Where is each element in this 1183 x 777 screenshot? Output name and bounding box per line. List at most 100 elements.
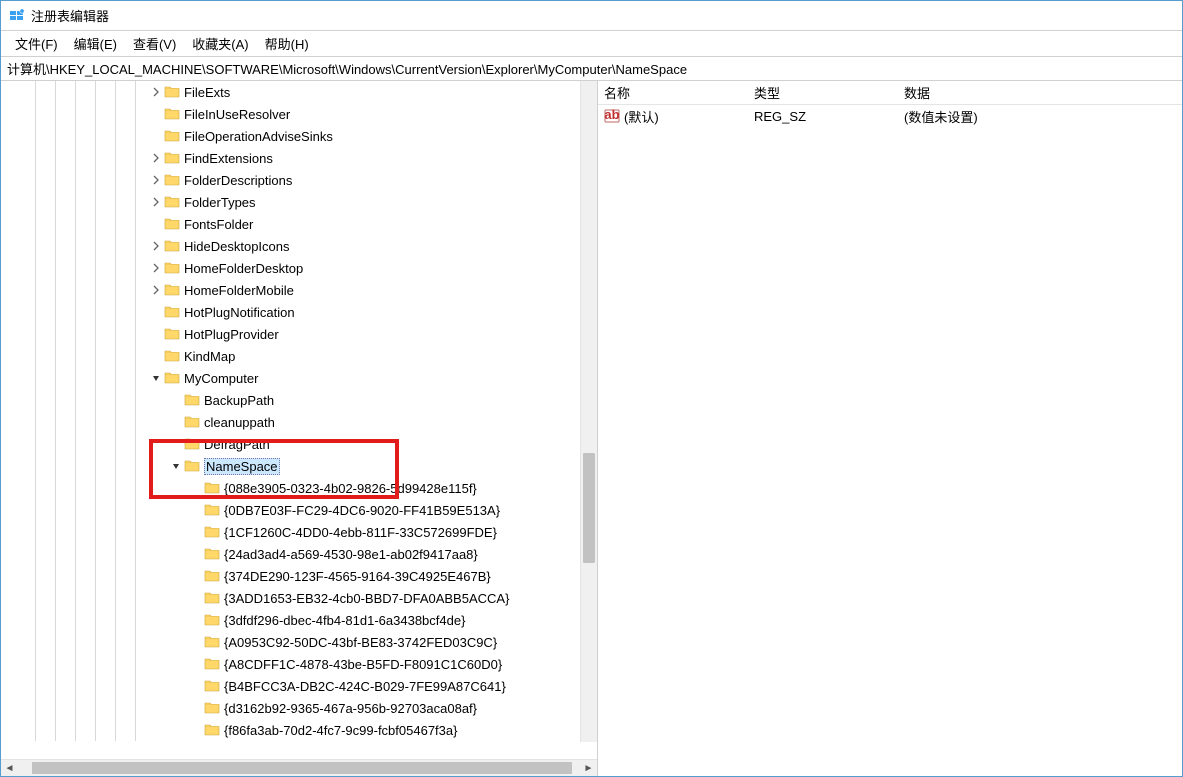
tree-item-label: cleanuppath — [204, 415, 275, 430]
expand-closed-icon[interactable] — [149, 195, 163, 209]
tree-item-label: {d3162b92-9365-467a-956b-92703aca08af} — [224, 701, 477, 716]
tree-item[interactable]: FolderDescriptions — [1, 169, 597, 191]
expand-closed-icon[interactable] — [149, 239, 163, 253]
tree-item-label: FontsFolder — [184, 217, 253, 232]
tree-item[interactable]: BackupPath — [1, 389, 597, 411]
expand-none — [189, 481, 203, 495]
address-bar[interactable]: 计算机\HKEY_LOCAL_MACHINE\SOFTWARE\Microsof… — [1, 57, 1182, 81]
scrollbar-thumb[interactable] — [32, 762, 572, 774]
svg-text:ab: ab — [604, 108, 619, 122]
tree-inner: FileExts FileInUseResolver FileOperationAd… — [1, 81, 597, 741]
folder-icon — [204, 678, 220, 694]
menu-file[interactable]: 文件(F) — [7, 31, 66, 56]
tree-item-label: {0DB7E03F-FC29-4DC6-9020-FF41B59E513A} — [224, 503, 500, 518]
tree-item[interactable]: {24ad3ad4-a569-4530-98e1-ab02f9417aa8} — [1, 543, 597, 565]
tree-item[interactable]: MyComputer — [1, 367, 597, 389]
tree-item-label: {1CF1260C-4DD0-4ebb-811F-33C572699FDE} — [224, 525, 497, 540]
vertical-scrollbar[interactable] — [580, 81, 597, 742]
tree-item[interactable]: FileInUseResolver — [1, 103, 597, 125]
expand-closed-icon[interactable] — [149, 85, 163, 99]
expand-closed-icon[interactable] — [149, 173, 163, 187]
content-area: FileExts FileInUseResolver FileOperationAd… — [1, 81, 1182, 776]
folder-icon — [164, 238, 180, 254]
tree-scroll-area[interactable]: FileExts FileInUseResolver FileOperationAd… — [1, 81, 597, 759]
tree-item[interactable]: cleanuppath — [1, 411, 597, 433]
folder-icon — [164, 326, 180, 342]
registry-editor-window: 注册表编辑器 文件(F) 编辑(E) 查看(V) 收藏夹(A) 帮助(H) 计算… — [0, 0, 1183, 777]
folder-icon — [204, 722, 220, 738]
menu-favorites[interactable]: 收藏夹(A) — [184, 31, 256, 56]
string-value-icon: ab — [604, 108, 620, 124]
expand-none — [189, 547, 203, 561]
folder-icon — [204, 634, 220, 650]
menu-help[interactable]: 帮助(H) — [257, 31, 317, 56]
expand-none — [149, 129, 163, 143]
tree-item-label: KindMap — [184, 349, 235, 364]
horizontal-scrollbar[interactable]: ◄ ► — [1, 759, 597, 776]
tree-item[interactable]: HomeFolderMobile — [1, 279, 597, 301]
tree-item[interactable]: HotPlugNotification — [1, 301, 597, 323]
folder-icon — [164, 216, 180, 232]
tree-item[interactable]: {A0953C92-50DC-43bf-BE83-3742FED03C9C} — [1, 631, 597, 653]
tree-item[interactable]: HideDesktopIcons — [1, 235, 597, 257]
tree-item[interactable]: KindMap — [1, 345, 597, 367]
folder-icon — [184, 436, 200, 452]
expand-none — [149, 217, 163, 231]
tree-item[interactable]: {374DE290-123F-4565-9164-39C4925E467B} — [1, 565, 597, 587]
menu-view[interactable]: 查看(V) — [125, 31, 184, 56]
tree-item[interactable]: {d3162b92-9365-467a-956b-92703aca08af} — [1, 697, 597, 719]
tree-item-label: {A0953C92-50DC-43bf-BE83-3742FED03C9C} — [224, 635, 497, 650]
tree-item[interactable]: NameSpace — [1, 455, 597, 477]
expand-none — [189, 701, 203, 715]
tree-item[interactable]: {f86fa3ab-70d2-4fc7-9c99-fcbf05467f3a} — [1, 719, 597, 741]
tree-item[interactable]: HomeFolderDesktop — [1, 257, 597, 279]
tree-item-label: {3ADD1653-EB32-4cb0-BBD7-DFA0ABB5ACCA} — [224, 591, 509, 606]
column-name[interactable]: 名称 — [604, 83, 754, 102]
window-title: 注册表编辑器 — [31, 6, 109, 25]
folder-icon — [204, 612, 220, 628]
expand-closed-icon[interactable] — [149, 261, 163, 275]
tree-item-label: NameSpace — [204, 458, 280, 475]
menu-edit[interactable]: 编辑(E) — [66, 31, 125, 56]
expand-none — [189, 635, 203, 649]
expand-none — [149, 327, 163, 341]
tree-item[interactable]: {B4BFCC3A-DB2C-424C-B029-7FE99A87C641} — [1, 675, 597, 697]
expand-open-icon[interactable] — [149, 371, 163, 385]
value-row[interactable]: ab(默认)REG_SZ(数值未设置) — [598, 105, 1182, 127]
values-body: ab(默认)REG_SZ(数值未设置) — [598, 105, 1182, 776]
column-data[interactable]: 数据 — [904, 83, 930, 102]
folder-icon — [204, 590, 220, 606]
tree-item[interactable]: {088e3905-0323-4b02-9826-5d99428e115f} — [1, 477, 597, 499]
value-type: REG_SZ — [754, 109, 904, 124]
expand-open-icon[interactable] — [169, 459, 183, 473]
folder-icon — [204, 700, 220, 716]
tree-item[interactable]: DefragPath — [1, 433, 597, 455]
column-type[interactable]: 类型 — [754, 83, 904, 102]
scroll-right-icon[interactable]: ► — [580, 760, 597, 777]
tree-item[interactable]: {1CF1260C-4DD0-4ebb-811F-33C572699FDE} — [1, 521, 597, 543]
tree-item-label: MyComputer — [184, 371, 258, 386]
scroll-left-icon[interactable]: ◄ — [1, 760, 18, 777]
scrollbar-track[interactable] — [18, 760, 580, 776]
tree-item-label: {B4BFCC3A-DB2C-424C-B029-7FE99A87C641} — [224, 679, 506, 694]
tree-item-label: HideDesktopIcons — [184, 239, 290, 254]
tree-item[interactable]: FolderTypes — [1, 191, 597, 213]
scrollbar-thumb[interactable] — [583, 453, 595, 563]
tree-item[interactable]: HotPlugProvider — [1, 323, 597, 345]
tree-item-label: FileExts — [184, 85, 230, 100]
folder-icon — [164, 84, 180, 100]
folder-icon — [164, 260, 180, 276]
tree-item[interactable]: FileOperationAdviseSinks — [1, 125, 597, 147]
tree-item[interactable]: {0DB7E03F-FC29-4DC6-9020-FF41B59E513A} — [1, 499, 597, 521]
expand-closed-icon[interactable] — [149, 283, 163, 297]
expand-none — [149, 349, 163, 363]
tree-item[interactable]: {3dfdf296-dbec-4fb4-81d1-6a3438bcf4de} — [1, 609, 597, 631]
tree-item[interactable]: FileExts — [1, 81, 597, 103]
tree-item[interactable]: {3ADD1653-EB32-4cb0-BBD7-DFA0ABB5ACCA} — [1, 587, 597, 609]
tree-item[interactable]: FontsFolder — [1, 213, 597, 235]
tree-item[interactable]: {A8CDFF1C-4878-43be-B5FD-F8091C1C60D0} — [1, 653, 597, 675]
expand-closed-icon[interactable] — [149, 151, 163, 165]
tree-item-label: FileInUseResolver — [184, 107, 290, 122]
tree-item-label: FileOperationAdviseSinks — [184, 129, 333, 144]
tree-item[interactable]: FindExtensions — [1, 147, 597, 169]
